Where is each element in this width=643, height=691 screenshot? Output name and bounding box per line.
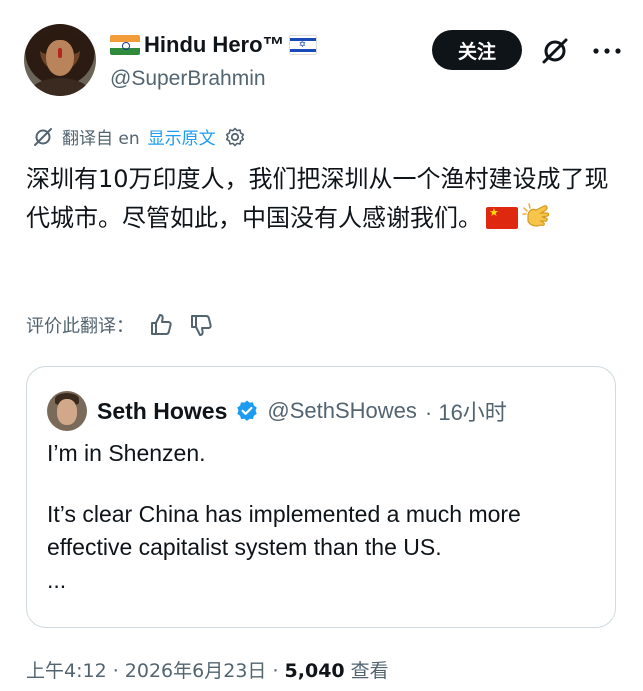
grok-icon[interactable]: [540, 36, 570, 66]
quoted-post-header: Seth Howes @SethSHowes · 16小时: [97, 395, 507, 427]
thumbs-up-icon[interactable]: [148, 312, 174, 338]
china-flag-icon: [486, 207, 518, 229]
post-timestamp[interactable]: 上午4:12 · 2026年6月23日 ·: [26, 660, 285, 682]
quoted-author-name[interactable]: Seth Howes: [97, 398, 227, 425]
verified-badge-icon: [237, 400, 258, 421]
gear-icon[interactable]: [224, 126, 246, 148]
quoted-author-handle[interactable]: @SethSHowes: [267, 398, 417, 424]
more-icon[interactable]: [590, 36, 624, 66]
india-flag-icon: [110, 35, 140, 55]
quoted-post[interactable]: Seth Howes @SethSHowes · 16小时 I’m in She…: [26, 366, 616, 628]
quoted-text-line: I’m in Shenzen.: [47, 440, 206, 466]
quoted-text-ellipsis: ...: [47, 567, 67, 593]
views-count: 5,040: [284, 660, 345, 682]
quoted-post-time: · 16小时: [424, 400, 507, 425]
post-body: 深圳有10万印度人，我们把深圳从一个渔村建设成了现代城市。尽管如此，中国没有人感…: [26, 160, 616, 238]
grok-translate-icon: [34, 127, 52, 146]
author-avatar[interactable]: [24, 24, 96, 96]
rate-translation: 评价此翻译：: [26, 312, 214, 338]
post-meta: 上午4:12 · 2026年6月23日 · 5,040 查看: [26, 656, 389, 683]
quoted-author-avatar[interactable]: [47, 391, 87, 431]
hand-emoji-icon: [522, 203, 550, 227]
author-display-name[interactable]: Hindu Hero™: [144, 32, 285, 58]
show-original-link[interactable]: 显示原文: [148, 124, 216, 149]
views-label: 查看: [344, 660, 389, 682]
post-header: Hindu Hero™ ✡ @SuperBrahmin 关注: [24, 24, 624, 96]
israel-flag-icon: ✡: [288, 35, 317, 55]
author-handle[interactable]: @SuperBrahmin: [110, 67, 266, 91]
author-name-row[interactable]: Hindu Hero™ ✡: [110, 32, 317, 58]
translated-from-label: 翻译自 en: [62, 129, 140, 149]
follow-button[interactable]: 关注: [432, 30, 522, 70]
quoted-post-body: I’m in Shenzen. It’s clear China has imp…: [47, 437, 607, 597]
translation-bar: 翻译自 en 显示原文: [32, 124, 246, 149]
quoted-text-line: It’s clear China has implemented a much …: [47, 501, 521, 560]
rate-translation-label: 评价此翻译：: [26, 316, 134, 337]
thumbs-down-icon[interactable]: [188, 312, 214, 338]
